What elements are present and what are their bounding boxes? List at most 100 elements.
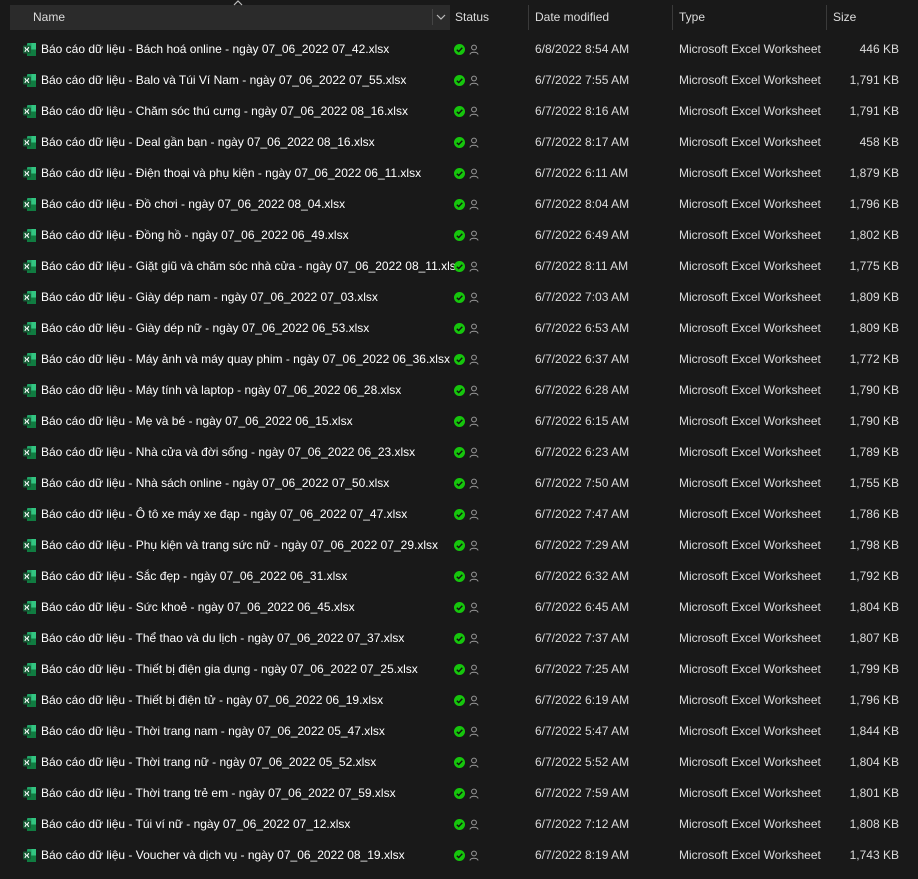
person-icon: [469, 819, 479, 830]
file-date-modified: 6/7/2022 7:25 AM: [535, 662, 630, 676]
file-type: Microsoft Excel Worksheet: [679, 662, 821, 676]
excel-file-icon: [22, 600, 37, 615]
excel-file-icon: [22, 569, 37, 584]
column-header-name[interactable]: Name: [10, 5, 450, 30]
file-type: Microsoft Excel Worksheet: [679, 197, 821, 211]
file-type: Microsoft Excel Worksheet: [679, 73, 821, 87]
file-row[interactable]: Báo cáo dữ liệu - Nhà cửa và đời sống - …: [0, 437, 918, 468]
file-row[interactable]: Báo cáo dữ liệu - Giặt giũ và chăm sóc n…: [0, 251, 918, 282]
person-icon: [469, 354, 479, 365]
check-circle-icon: [454, 571, 465, 582]
file-date-modified: 6/7/2022 7:29 AM: [535, 538, 630, 552]
file-row[interactable]: Báo cáo dữ liệu - Điện thoại và phụ kiện…: [0, 158, 918, 189]
file-size: 1,844 KB: [849, 724, 899, 738]
person-icon: [469, 478, 479, 489]
column-header-size[interactable]: Size: [827, 0, 907, 35]
person-icon: [469, 540, 479, 551]
file-size: 1,807 KB: [849, 631, 899, 645]
check-circle-icon: [454, 788, 465, 799]
excel-file-icon: [22, 848, 37, 863]
file-row[interactable]: Báo cáo dữ liệu - Sắc đẹp - ngày 07_06_2…: [0, 561, 918, 592]
file-name: Báo cáo dữ liệu - Chăm sóc thú cưng - ng…: [41, 104, 408, 118]
file-row[interactable]: Báo cáo dữ liệu - Máy ảnh và máy quay ph…: [0, 344, 918, 375]
person-icon: [469, 571, 479, 582]
column-header-type[interactable]: Type: [673, 0, 828, 35]
check-circle-icon: [454, 726, 465, 737]
file-row[interactable]: Báo cáo dữ liệu - Thời trang nữ - ngày 0…: [0, 747, 918, 778]
file-type: Microsoft Excel Worksheet: [679, 538, 821, 552]
excel-file-icon: [22, 166, 37, 181]
file-row[interactable]: Báo cáo dữ liệu - Máy tính và laptop - n…: [0, 375, 918, 406]
file-row[interactable]: Báo cáo dữ liệu - Bách hoá online - ngày…: [0, 34, 918, 65]
file-row[interactable]: Báo cáo dữ liệu - Sức khoẻ - ngày 07_06_…: [0, 592, 918, 623]
file-date-modified: 6/8/2022 8:54 AM: [535, 42, 630, 56]
file-date-modified: 6/7/2022 7:59 AM: [535, 786, 630, 800]
file-row[interactable]: Báo cáo dữ liệu - Đồng hồ - ngày 07_06_2…: [0, 220, 918, 251]
check-circle-icon: [454, 385, 465, 396]
excel-file-icon: [22, 724, 37, 739]
excel-file-icon: [22, 228, 37, 243]
file-row[interactable]: Báo cáo dữ liệu - Deal gần bạn - ngày 07…: [0, 127, 918, 158]
file-size: 1,809 KB: [849, 321, 899, 335]
file-row[interactable]: Báo cáo dữ liệu - Túi ví nữ - ngày 07_06…: [0, 809, 918, 840]
file-type: Microsoft Excel Worksheet: [679, 42, 821, 56]
file-row[interactable]: Báo cáo dữ liệu - Thiết bị điện gia dụng…: [0, 654, 918, 685]
file-row[interactable]: Báo cáo dữ liệu - Voucher và dịch vụ - n…: [0, 840, 918, 871]
file-type: Microsoft Excel Worksheet: [679, 290, 821, 304]
person-icon: [469, 385, 479, 396]
column-header-date-modified[interactable]: Date modified: [529, 0, 674, 35]
check-circle-icon: [454, 819, 465, 830]
file-name: Báo cáo dữ liệu - Thời trang nữ - ngày 0…: [41, 755, 377, 769]
excel-file-icon: [22, 73, 37, 88]
check-circle-icon: [454, 106, 465, 117]
file-size: 458 KB: [859, 135, 899, 149]
file-type: Microsoft Excel Worksheet: [679, 693, 821, 707]
file-date-modified: 6/7/2022 6:23 AM: [535, 445, 630, 459]
column-header-status[interactable]: Status: [449, 0, 529, 35]
file-date-modified: 6/7/2022 6:53 AM: [535, 321, 630, 335]
file-row[interactable]: Báo cáo dữ liệu - Thời trang trẻ em - ng…: [0, 778, 918, 809]
check-circle-icon: [454, 261, 465, 272]
person-icon: [469, 168, 479, 179]
excel-file-icon: [22, 414, 37, 429]
file-row[interactable]: Báo cáo dữ liệu - Thời trang nam - ngày …: [0, 716, 918, 747]
file-row[interactable]: Báo cáo dữ liệu - Nhà sách online - ngày…: [0, 468, 918, 499]
excel-file-icon: [22, 135, 37, 150]
file-row[interactable]: Báo cáo dữ liệu - Mẹ và bé - ngày 07_06_…: [0, 406, 918, 437]
file-row[interactable]: Báo cáo dữ liệu - Balo và Túi Ví Nam - n…: [0, 65, 918, 96]
person-icon: [469, 261, 479, 272]
file-date-modified: 6/7/2022 5:52 AM: [535, 755, 630, 769]
column-header-date-label: Date modified: [535, 10, 610, 24]
person-icon: [469, 757, 479, 768]
file-name: Báo cáo dữ liệu - Thời trang nam - ngày …: [41, 724, 385, 738]
check-circle-icon: [454, 323, 465, 334]
file-date-modified: 6/7/2022 6:28 AM: [535, 383, 630, 397]
file-date-modified: 6/7/2022 8:17 AM: [535, 135, 630, 149]
file-row[interactable]: Báo cáo dữ liệu - Ô tô xe máy xe đạp - n…: [0, 499, 918, 530]
person-icon: [469, 416, 479, 427]
file-type: Microsoft Excel Worksheet: [679, 817, 821, 831]
file-size: 1,743 KB: [849, 848, 899, 862]
file-type: Microsoft Excel Worksheet: [679, 228, 821, 242]
file-type: Microsoft Excel Worksheet: [679, 786, 821, 800]
excel-file-icon: [22, 786, 37, 801]
file-date-modified: 6/7/2022 6:15 AM: [535, 414, 630, 428]
file-row[interactable]: Báo cáo dữ liệu - Phụ kiện và trang sức …: [0, 530, 918, 561]
file-size: 1,799 KB: [849, 662, 899, 676]
file-size: 1,804 KB: [849, 755, 899, 769]
file-row[interactable]: Báo cáo dữ liệu - Thể thao và du lịch - …: [0, 623, 918, 654]
person-icon: [469, 788, 479, 799]
file-row[interactable]: Báo cáo dữ liệu - Chăm sóc thú cưng - ng…: [0, 96, 918, 127]
check-circle-icon: [454, 416, 465, 427]
column-filter-dropdown[interactable]: [432, 9, 449, 25]
file-type: Microsoft Excel Worksheet: [679, 352, 821, 366]
file-name: Báo cáo dữ liệu - Phụ kiện và trang sức …: [41, 538, 439, 552]
file-row[interactable]: Báo cáo dữ liệu - Thiết bị điện tử - ngà…: [0, 685, 918, 716]
excel-file-icon: [22, 383, 37, 398]
check-circle-icon: [454, 137, 465, 148]
excel-file-icon: [22, 321, 37, 336]
file-row[interactable]: Báo cáo dữ liệu - Đồ chơi - ngày 07_06_2…: [0, 189, 918, 220]
file-size: 1,802 KB: [849, 228, 899, 242]
file-row[interactable]: Báo cáo dữ liệu - Giày dép nam - ngày 07…: [0, 282, 918, 313]
file-row[interactable]: Báo cáo dữ liệu - Giày dép nữ - ngày 07_…: [0, 313, 918, 344]
